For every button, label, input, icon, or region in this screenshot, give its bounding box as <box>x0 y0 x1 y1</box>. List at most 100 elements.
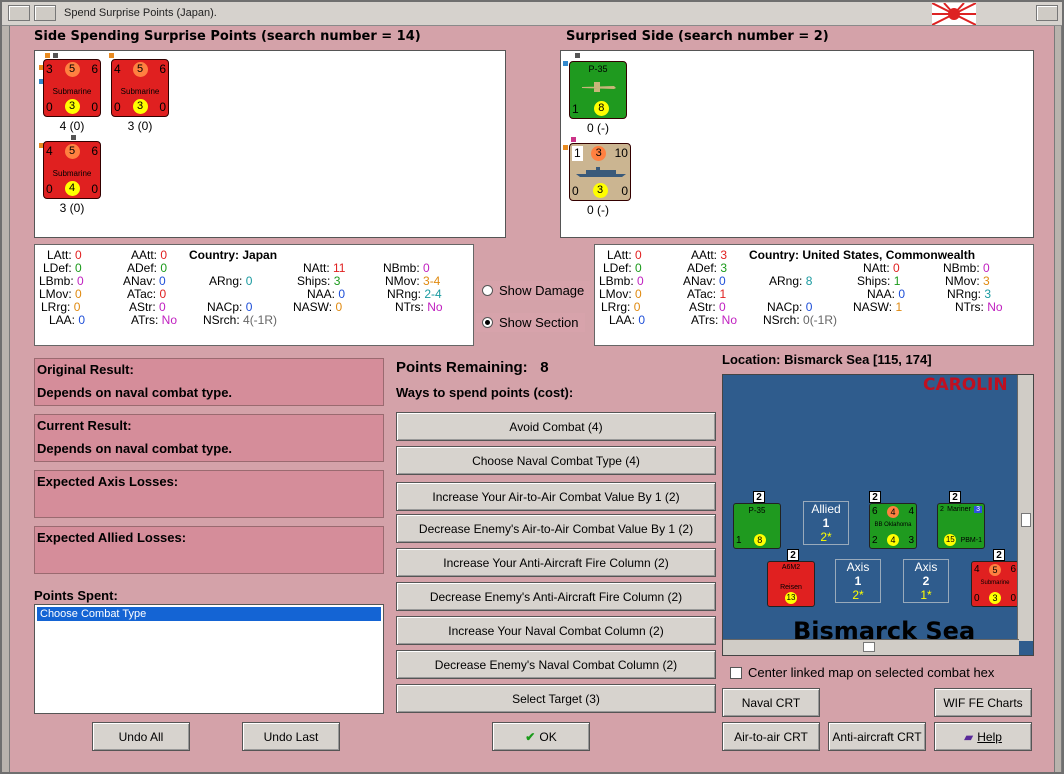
counter-name: PBM-1 <box>960 536 982 544</box>
current-result-box: Current Result: Depends on naval combat … <box>34 414 384 462</box>
unit-caption: 0 (-) <box>587 203 609 217</box>
map-view[interactable]: CAROLIN 2 P-35 18 Allied 1 2* 2 644 BB O… <box>722 374 1034 656</box>
map-counter-mariner[interactable]: 2 Mariner 3 15 PBM-1 <box>937 503 985 549</box>
marker-icon <box>571 137 576 142</box>
counter-value: 4 <box>908 506 914 517</box>
ways-label: Ways to spend points (cost): <box>396 385 574 400</box>
right-frame <box>1054 26 1062 772</box>
stat-value: 0 <box>75 261 82 275</box>
unit-caption: 3 (0) <box>59 201 85 215</box>
surprised-units-panel[interactable]: P-35 18 0 (-) 1 3 10 030 0 (-) <box>560 50 1034 238</box>
map-vertical-scrollbar[interactable] <box>1017 375 1033 641</box>
map-counter-p35[interactable]: P-35 18 <box>733 503 781 549</box>
scroll-thumb[interactable] <box>863 642 875 652</box>
stat-value: 3 <box>333 274 341 288</box>
show-section-radio[interactable]: Show Section <box>476 313 585 332</box>
stat-value: 0 <box>245 300 253 314</box>
counter-value: 5 <box>64 62 80 77</box>
counter-value: 0 <box>91 99 98 114</box>
naval-crt-button[interactable]: Naval CRT <box>722 688 820 717</box>
axis-combat-box-1[interactable]: Axis 1 2* <box>835 559 881 603</box>
stack-count: 2 <box>993 549 1005 561</box>
counter-value: 0 <box>114 99 121 114</box>
decrease-enemy-air-to-air-button[interactable]: Decrease Enemy's Air-to-Air Combat Value… <box>396 514 716 543</box>
original-result-label: Original Result: <box>37 362 134 377</box>
counter-value: 5 <box>64 144 80 159</box>
help-label: Help <box>977 729 1002 744</box>
list-item[interactable]: Choose Combat Type <box>37 607 381 621</box>
map-region-label: CAROLIN <box>923 375 1008 395</box>
counter-value: 3 <box>46 62 53 76</box>
counter-value: 6 <box>159 62 166 76</box>
choose-naval-combat-type-button[interactable]: Choose Naval Combat Type (4) <box>396 446 716 475</box>
axis1-title: Axis <box>846 560 870 574</box>
counter-value: 10 <box>614 146 628 160</box>
counter-name: Submarine <box>52 169 92 178</box>
anti-aircraft-crt-button[interactable]: Anti-aircraft CRT <box>828 722 926 751</box>
stat-value: 0 <box>633 300 641 314</box>
marker-icon <box>45 53 50 58</box>
unit-counter-submarine[interactable]: 456 Submarine 030 <box>111 59 169 117</box>
allied-losses-label: Expected Allied Losses: <box>37 530 187 545</box>
select-target-button[interactable]: Select Target (3) <box>396 684 716 713</box>
center-map-checkbox[interactable]: Center linked map on selected combat hex <box>730 665 994 680</box>
stat-value: 0 <box>898 287 906 301</box>
decrease-enemy-aa-fire-button[interactable]: Decrease Enemy's Anti-Aircraft Fire Colu… <box>396 582 716 611</box>
points-remaining-value: 8 <box>540 359 549 376</box>
stat-value: 0 <box>335 300 343 314</box>
stack-count: 2 <box>753 491 765 503</box>
unit-counter-p35[interactable]: P-35 18 <box>569 61 627 119</box>
stat-value: 0 <box>635 261 642 275</box>
unit-counter-battleship[interactable]: 1 3 10 030 <box>569 143 631 201</box>
map-counter-battleship[interactable]: 644 BB Oklahoma 243 <box>869 503 917 549</box>
counter-value: 3 <box>592 183 608 198</box>
increase-naval-combat-button[interactable]: Increase Your Naval Combat Column (2) <box>396 616 716 645</box>
counter-value: P-35 <box>748 506 766 515</box>
allied-combat-box[interactable]: Allied 1 2* <box>803 501 849 545</box>
show-damage-radio[interactable]: Show Damage <box>476 281 591 300</box>
air-to-air-crt-button[interactable]: Air-to-air CRT <box>722 722 820 751</box>
increase-air-to-air-button[interactable]: Increase Your Air-to-Air Combat Value By… <box>396 482 716 511</box>
stats-panel-allied: LAtt: 0 LDef: 0 LBmb: 0 LMov: 0 LRrg: 0 … <box>594 244 1034 346</box>
counter-value: 0 <box>974 592 980 604</box>
map-counter-submarine[interactable]: 456 Submarine 030 <box>971 561 1019 607</box>
counter-value: 0 <box>46 99 53 114</box>
stat-value: 11 <box>333 261 346 275</box>
unit-counter-submarine[interactable]: 356 Submarine 030 <box>43 59 101 117</box>
system-menu-button[interactable] <box>8 5 30 21</box>
map-horizontal-scrollbar[interactable] <box>723 639 1019 655</box>
stat-value: 0 <box>73 300 81 314</box>
scroll-thumb[interactable] <box>1021 513 1031 527</box>
counter-value: 0 <box>572 183 579 198</box>
minimize-button[interactable] <box>34 5 56 21</box>
stat-value: 0 <box>160 261 168 275</box>
counter-value: 4 <box>887 534 899 546</box>
decrease-enemy-naval-combat-button[interactable]: Decrease Enemy's Naval Combat Column (2) <box>396 650 716 679</box>
counter-value: 13 <box>785 592 797 604</box>
help-button[interactable]: ▰ Help <box>934 722 1032 751</box>
stat-value: No <box>721 313 738 327</box>
avoid-combat-button[interactable]: Avoid Combat (4) <box>396 412 716 441</box>
wif-fe-charts-button[interactable]: WIF FE Charts <box>934 688 1032 717</box>
map-counter-reisen[interactable]: A6M2 Reisen 13 <box>767 561 815 607</box>
undo-last-button[interactable]: Undo Last <box>242 722 340 751</box>
marker-icon <box>563 61 568 66</box>
stat-value: 3 <box>983 274 990 288</box>
points-spent-list[interactable]: Choose Combat Type <box>34 604 384 714</box>
stat-value: 0 <box>159 300 166 314</box>
unit-counter-submarine[interactable]: 456 Submarine 040 <box>43 141 101 199</box>
axis-combat-box-2[interactable]: Axis 2 1* <box>903 559 949 603</box>
counter-value: 0 <box>91 181 98 196</box>
stat-value: 0 <box>77 274 84 288</box>
undo-all-button[interactable]: Undo All <box>92 722 190 751</box>
ok-button[interactable]: ✔ OK <box>492 722 590 751</box>
counter-value: 6 <box>91 62 98 76</box>
dialog-window: Spend Surprise Points (Japan). Side Spen… <box>0 0 1064 774</box>
counter-value: P-35 <box>588 64 608 74</box>
spending-units-panel[interactable]: 356 Submarine 030 4 (0) 456 Submarine 03… <box>34 50 506 238</box>
expected-axis-losses-box: Expected Axis Losses: <box>34 470 384 518</box>
increase-aa-fire-button[interactable]: Increase Your Anti-Aircraft Fire Column … <box>396 548 716 577</box>
close-button[interactable] <box>1036 5 1058 21</box>
stat-value: 0 <box>983 261 990 275</box>
counter-value: 0 <box>46 181 53 196</box>
